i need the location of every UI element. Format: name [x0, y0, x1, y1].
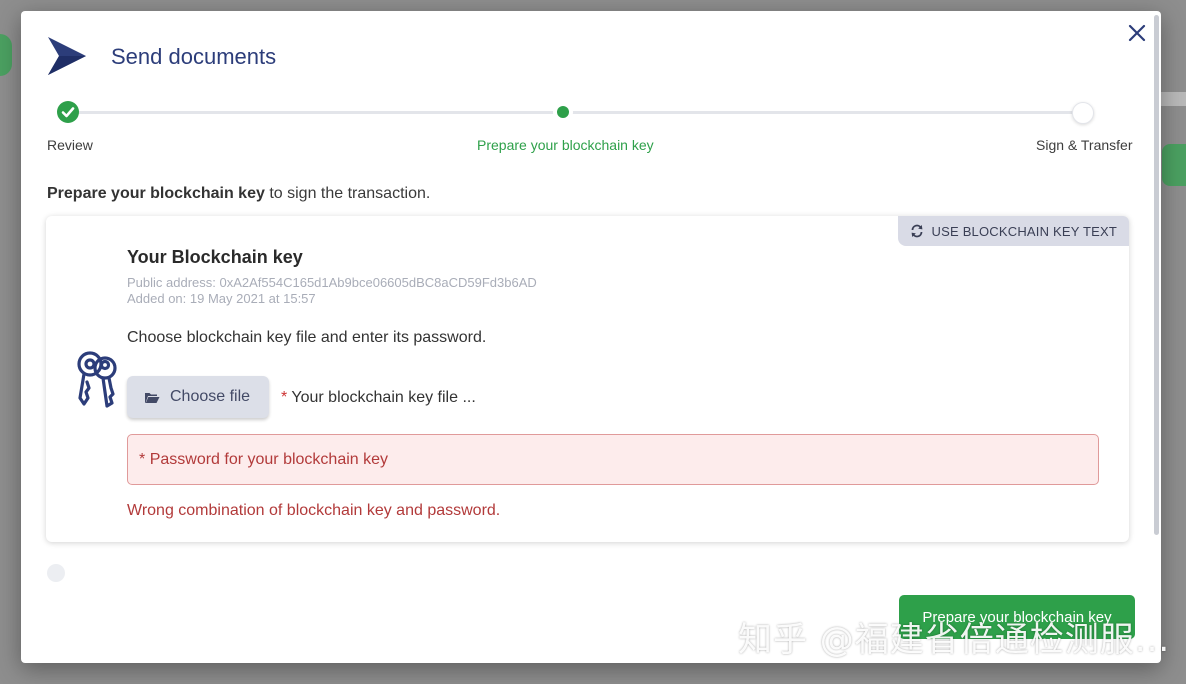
stepper-track — [68, 111, 1084, 114]
background-element — [1160, 92, 1186, 106]
use-key-text-label: USE BLOCKCHAIN KEY TEXT — [931, 223, 1117, 239]
folder-open-icon — [145, 392, 160, 403]
step-sign-indicator — [1072, 102, 1094, 124]
required-mark: * — [281, 389, 288, 406]
key-file-placeholder-text: Your blockchain key file ... — [291, 389, 476, 406]
close-icon[interactable] — [1126, 22, 1148, 44]
key-file-placeholder: * Your blockchain key file ... — [281, 389, 476, 407]
intro-bold: Prepare your blockchain key — [47, 185, 265, 202]
refresh-icon — [911, 224, 922, 238]
required-mark: * — [139, 450, 146, 468]
error-message: Wrong combination of blockchain key and … — [127, 502, 501, 519]
background-element — [0, 34, 12, 76]
blockchain-key-card: USE BLOCKCHAIN KEY TEXT Your Blockchain … — [46, 216, 1129, 542]
step-prepare-label: Prepare your blockchain key — [477, 137, 654, 153]
added-on-date: Added on: 19 May 2021 at 15:57 — [127, 291, 316, 306]
modal-title: Send documents — [111, 44, 277, 69]
modal-scrollbar[interactable] — [1154, 15, 1159, 535]
instruction-text: Choose blockchain key file and enter its… — [127, 329, 487, 346]
card-title: Your Blockchain key — [127, 247, 303, 267]
use-key-text-button[interactable]: USE BLOCKCHAIN KEY TEXT — [897, 216, 1129, 246]
password-input[interactable]: * Password for your blockchain key — [127, 434, 1099, 485]
check-icon — [61, 107, 75, 118]
choose-file-label: Choose file — [170, 388, 251, 405]
step-sign-label: Sign & Transfer — [1036, 137, 1133, 153]
step-prepare-indicator — [557, 106, 569, 118]
partial-indicator — [47, 564, 65, 582]
send-documents-modal: Send documents Review Prepare your block… — [21, 11, 1161, 663]
choose-file-button[interactable]: Choose file — [127, 376, 269, 418]
public-address: Public address: 0xA2Af554C165d1Ab9bce066… — [127, 275, 537, 290]
send-logo-icon — [48, 37, 86, 75]
intro-text: Prepare your blockchain key to sign the … — [47, 185, 430, 203]
background-element — [1162, 144, 1186, 186]
password-placeholder: Password for your blockchain key — [149, 450, 389, 468]
step-review-label: Review — [47, 137, 93, 153]
intro-rest: to sign the transaction. — [264, 185, 431, 202]
keys-icon — [77, 351, 117, 408]
step-review-indicator — [57, 101, 79, 123]
watermark: 知乎 @福建省倍通检测服... — [738, 620, 1171, 660]
